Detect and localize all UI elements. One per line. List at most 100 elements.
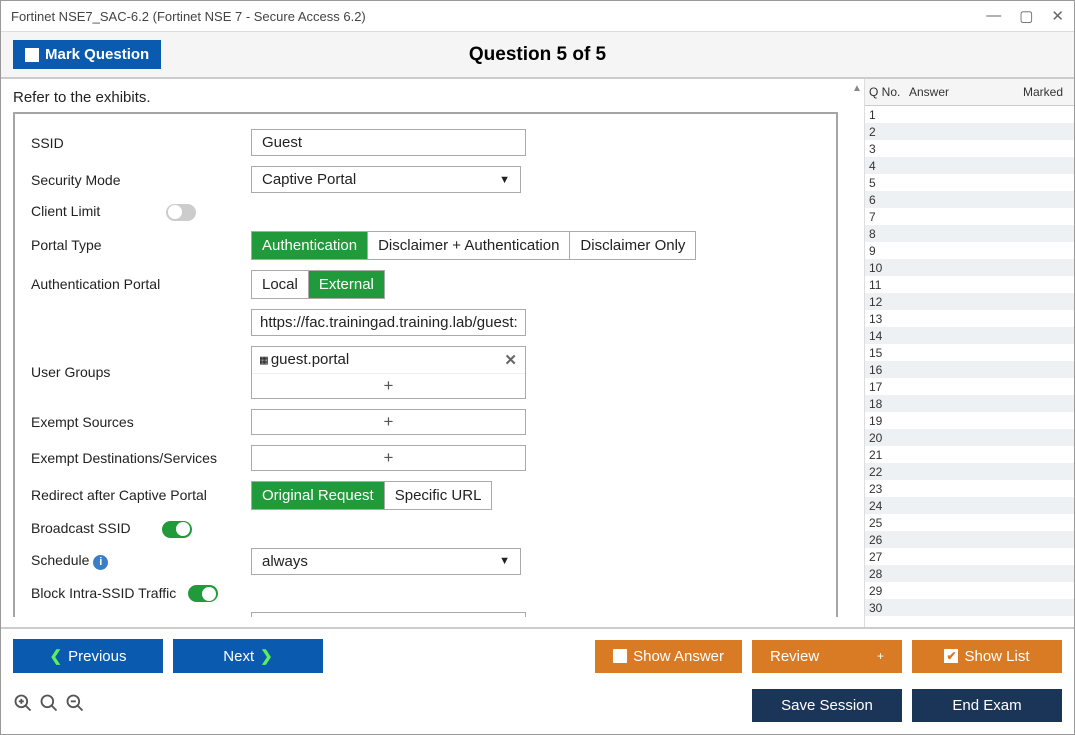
previous-button[interactable]: ❮ Previous (13, 639, 163, 673)
exempt-sources-add[interactable]: + (251, 409, 526, 435)
next-button[interactable]: Next ❯ (173, 639, 323, 673)
question-row[interactable]: 26 (865, 531, 1074, 548)
question-row[interactable]: 5 (865, 174, 1074, 191)
question-list-header: Q No. Answer Marked (865, 79, 1074, 106)
question-row[interactable]: 2 (865, 123, 1074, 140)
auth-portal-local[interactable]: Local (252, 271, 309, 298)
question-number: 7 (865, 210, 905, 224)
question-number: 30 (865, 601, 905, 615)
group-icon: ▦ (260, 353, 267, 368)
auth-portal-url[interactable]: https://fac.trainingad.training.lab/gues… (251, 309, 526, 336)
ssid-value[interactable]: Guest (251, 129, 526, 156)
question-row[interactable]: 30 (865, 599, 1074, 616)
client-limit-toggle[interactable] (166, 204, 196, 221)
end-exam-button[interactable]: End Exam (912, 689, 1062, 722)
add-user-group-button[interactable]: + (252, 373, 525, 398)
exempt-dest-label: Exempt Destinations/Services (25, 440, 245, 476)
security-mode-dropdown[interactable]: Captive Portal ▼ (251, 166, 521, 193)
question-row[interactable]: 20 (865, 429, 1074, 446)
body-area: Refer to the exhibits. SSID Guest Securi… (1, 79, 1074, 627)
broadcast-supp-box[interactable]: ARPs for known clients ✕ DHCP Uplink ✕ + (251, 612, 526, 617)
question-row[interactable]: 4 (865, 157, 1074, 174)
broadcast-ssid-toggle[interactable] (162, 521, 192, 538)
question-row[interactable]: 13 (865, 310, 1074, 327)
zoom-reset-icon[interactable] (39, 693, 59, 718)
save-session-button[interactable]: Save Session (752, 689, 902, 722)
info-icon[interactable]: i (93, 555, 108, 570)
window-title: Fortinet NSE7_SAC-6.2 (Fortinet NSE 7 - … (11, 9, 366, 24)
mark-question-label: Mark Question (45, 46, 149, 63)
col-answer: Answer (905, 79, 1019, 105)
exhibit-panel: SSID Guest Security Mode Captive Portal … (13, 112, 838, 617)
ssid-label: SSID (25, 124, 245, 161)
question-row[interactable]: 6 (865, 191, 1074, 208)
show-answer-label: Show Answer (633, 648, 724, 665)
question-row[interactable]: 1 (865, 106, 1074, 123)
question-row[interactable]: 8 (865, 225, 1074, 242)
exempt-dest-add[interactable]: + (251, 445, 526, 471)
review-button[interactable]: Review + (752, 640, 902, 673)
question-number: 21 (865, 448, 905, 462)
question-row[interactable]: 17 (865, 378, 1074, 395)
col-qno: Q No. (865, 79, 905, 105)
exempt-sources-label: Exempt Sources (25, 404, 245, 440)
question-row[interactable]: 25 (865, 514, 1074, 531)
maximize-icon[interactable]: ▢ (1019, 7, 1033, 25)
end-exam-label: End Exam (952, 697, 1021, 714)
question-number: 15 (865, 346, 905, 360)
scroll-up-indicator[interactable]: ▲ (850, 79, 864, 627)
question-row[interactable]: 29 (865, 582, 1074, 599)
zoom-out-icon[interactable] (65, 693, 85, 718)
question-row[interactable]: 19 (865, 412, 1074, 429)
zoom-in-icon[interactable] (13, 693, 33, 718)
question-number: 26 (865, 533, 905, 547)
exhibit-scroll[interactable]: SSID Guest Security Mode Captive Portal … (13, 112, 838, 617)
question-number: 22 (865, 465, 905, 479)
question-row[interactable]: 18 (865, 395, 1074, 412)
question-row[interactable]: 24 (865, 497, 1074, 514)
portal-type-authentication[interactable]: Authentication (252, 232, 368, 259)
portal-type-disclaimer-auth[interactable]: Disclaimer + Authentication (368, 232, 570, 259)
question-number: 3 (865, 142, 905, 156)
redirect-specific[interactable]: Specific URL (385, 482, 492, 509)
schedule-value: always (262, 553, 308, 570)
question-number: 23 (865, 482, 905, 496)
question-row[interactable]: 14 (865, 327, 1074, 344)
question-row[interactable]: 16 (865, 361, 1074, 378)
zoom-controls (13, 693, 85, 718)
portal-type-disclaimer-only[interactable]: Disclaimer Only (570, 232, 695, 259)
show-list-button[interactable]: ✔ Show List (912, 640, 1062, 673)
question-row[interactable]: 15 (865, 344, 1074, 361)
show-answer-button[interactable]: Show Answer (595, 640, 742, 673)
security-mode-value: Captive Portal (262, 171, 356, 188)
question-row[interactable]: 3 (865, 140, 1074, 157)
question-list[interactable]: 1234567891011121314151617181920212223242… (865, 106, 1074, 627)
block-intra-toggle[interactable] (188, 585, 218, 602)
schedule-dropdown[interactable]: always ▼ (251, 548, 521, 575)
titlebar: Fortinet NSE7_SAC-6.2 (Fortinet NSE 7 - … (1, 1, 1074, 32)
question-row[interactable]: 7 (865, 208, 1074, 225)
question-row[interactable]: 22 (865, 463, 1074, 480)
minimize-icon[interactable]: — (986, 7, 1001, 25)
question-row[interactable]: 28 (865, 565, 1074, 582)
question-row[interactable]: 27 (865, 548, 1074, 565)
question-row[interactable]: 10 (865, 259, 1074, 276)
close-icon[interactable]: ✕ (1051, 7, 1064, 25)
auth-portal-external[interactable]: External (309, 271, 384, 298)
question-row[interactable]: 21 (865, 446, 1074, 463)
instruction-text: Refer to the exhibits. (13, 89, 838, 106)
chevron-down-icon: ▼ (499, 174, 510, 186)
question-number: 16 (865, 363, 905, 377)
question-row[interactable]: 11 (865, 276, 1074, 293)
question-number: 29 (865, 584, 905, 598)
redirect-original[interactable]: Original Request (252, 482, 385, 509)
user-groups-box[interactable]: ▦guest.portal ✕ + (251, 346, 526, 399)
question-row[interactable]: 9 (865, 242, 1074, 259)
question-row[interactable]: 23 (865, 480, 1074, 497)
question-number: 24 (865, 499, 905, 513)
question-number: 12 (865, 295, 905, 309)
question-row[interactable]: 12 (865, 293, 1074, 310)
mark-question-button[interactable]: Mark Question (13, 40, 161, 69)
block-intra-label: Block Intra-SSID Traffic (31, 585, 176, 601)
remove-group-icon[interactable]: ✕ (504, 351, 517, 369)
